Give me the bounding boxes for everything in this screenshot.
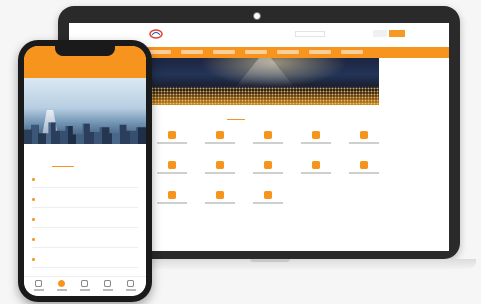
category-tile[interactable] bbox=[349, 129, 379, 151]
list-item[interactable] bbox=[32, 194, 138, 208]
bottom-nav-message[interactable] bbox=[78, 280, 92, 294]
phone-tab-underline bbox=[52, 166, 74, 167]
category-icon bbox=[216, 191, 224, 199]
bullet-icon bbox=[32, 238, 35, 241]
tile-label bbox=[349, 142, 379, 144]
bottom-nav-label bbox=[57, 289, 67, 291]
tile-label bbox=[205, 172, 235, 174]
login-button[interactable] bbox=[373, 30, 387, 37]
tile-label bbox=[253, 172, 283, 174]
bottom-nav bbox=[24, 276, 146, 296]
category-icon bbox=[168, 191, 176, 199]
category-icon bbox=[360, 131, 368, 139]
phone-notch bbox=[55, 46, 115, 56]
nav-tab[interactable] bbox=[309, 50, 331, 54]
list-item[interactable] bbox=[32, 214, 138, 228]
concert-crowd-image[interactable] bbox=[145, 58, 379, 105]
phone-screen bbox=[24, 46, 146, 296]
home-icon bbox=[35, 280, 42, 287]
bottom-nav-label bbox=[103, 289, 113, 291]
stage-light-rays bbox=[235, 58, 295, 88]
category-tile[interactable] bbox=[205, 189, 235, 211]
tile-label bbox=[301, 172, 331, 174]
city-skyline-image[interactable] bbox=[24, 78, 146, 144]
category-icon bbox=[168, 161, 176, 169]
category-tile[interactable] bbox=[349, 159, 379, 181]
category-tile[interactable] bbox=[205, 129, 235, 151]
category-icon bbox=[312, 131, 320, 139]
category-tile[interactable] bbox=[301, 129, 331, 151]
bottom-nav-service[interactable] bbox=[55, 280, 69, 294]
bottom-nav-label bbox=[80, 289, 90, 291]
service-icon bbox=[58, 280, 65, 287]
bullet-icon bbox=[32, 258, 35, 261]
category-tile[interactable] bbox=[157, 189, 187, 211]
bottom-nav-label bbox=[126, 289, 136, 291]
crowd-lights bbox=[145, 87, 379, 105]
category-icon bbox=[360, 161, 368, 169]
list-item[interactable] bbox=[32, 174, 138, 188]
category-tile[interactable] bbox=[301, 159, 331, 181]
register-button[interactable] bbox=[389, 30, 405, 37]
bottom-nav-cart[interactable] bbox=[101, 280, 115, 294]
tile-label bbox=[253, 202, 283, 204]
category-icon bbox=[168, 131, 176, 139]
cart-icon bbox=[104, 280, 111, 287]
tile-label bbox=[205, 142, 235, 144]
category-tile[interactable] bbox=[253, 159, 283, 181]
tile-label bbox=[349, 172, 379, 174]
category-icon bbox=[264, 131, 272, 139]
category-tile[interactable] bbox=[157, 129, 187, 151]
category-icon bbox=[312, 161, 320, 169]
phone-tabs bbox=[24, 156, 146, 170]
search-input[interactable] bbox=[295, 31, 325, 37]
category-tile[interactable] bbox=[253, 189, 283, 211]
category-icon bbox=[264, 191, 272, 199]
category-tile[interactable] bbox=[205, 159, 235, 181]
tile-label bbox=[157, 202, 187, 204]
phone-device bbox=[18, 40, 152, 302]
bottom-nav-profile[interactable] bbox=[124, 280, 138, 294]
category-icon bbox=[216, 131, 224, 139]
tile-label bbox=[157, 142, 187, 144]
message-icon bbox=[81, 280, 88, 287]
tile-label bbox=[205, 202, 235, 204]
bullet-icon bbox=[32, 218, 35, 221]
profile-icon bbox=[127, 280, 134, 287]
list-item[interactable] bbox=[32, 254, 138, 268]
category-tile[interactable] bbox=[253, 129, 283, 151]
tile-label bbox=[253, 142, 283, 144]
tile-label bbox=[301, 142, 331, 144]
list-item[interactable] bbox=[32, 234, 138, 248]
tile-label bbox=[157, 172, 187, 174]
bottom-nav-label bbox=[34, 289, 44, 291]
nav-tab[interactable] bbox=[149, 50, 171, 54]
nav-tab[interactable] bbox=[181, 50, 203, 54]
bottom-nav-home[interactable] bbox=[32, 280, 46, 294]
nav-tab[interactable] bbox=[245, 50, 267, 54]
tab-underline bbox=[227, 119, 245, 120]
category-icon bbox=[264, 161, 272, 169]
bullet-icon bbox=[32, 198, 35, 201]
nav-tab[interactable] bbox=[213, 50, 235, 54]
bullet-icon bbox=[32, 178, 35, 181]
city-skyline bbox=[24, 122, 146, 144]
brand-logo-icon[interactable] bbox=[149, 29, 163, 39]
laptop-camera bbox=[253, 12, 261, 20]
nav-tab[interactable] bbox=[277, 50, 299, 54]
category-tile[interactable] bbox=[157, 159, 187, 181]
nav-tab[interactable] bbox=[341, 50, 363, 54]
category-icon bbox=[216, 161, 224, 169]
laptop-base-notch bbox=[250, 259, 290, 262]
